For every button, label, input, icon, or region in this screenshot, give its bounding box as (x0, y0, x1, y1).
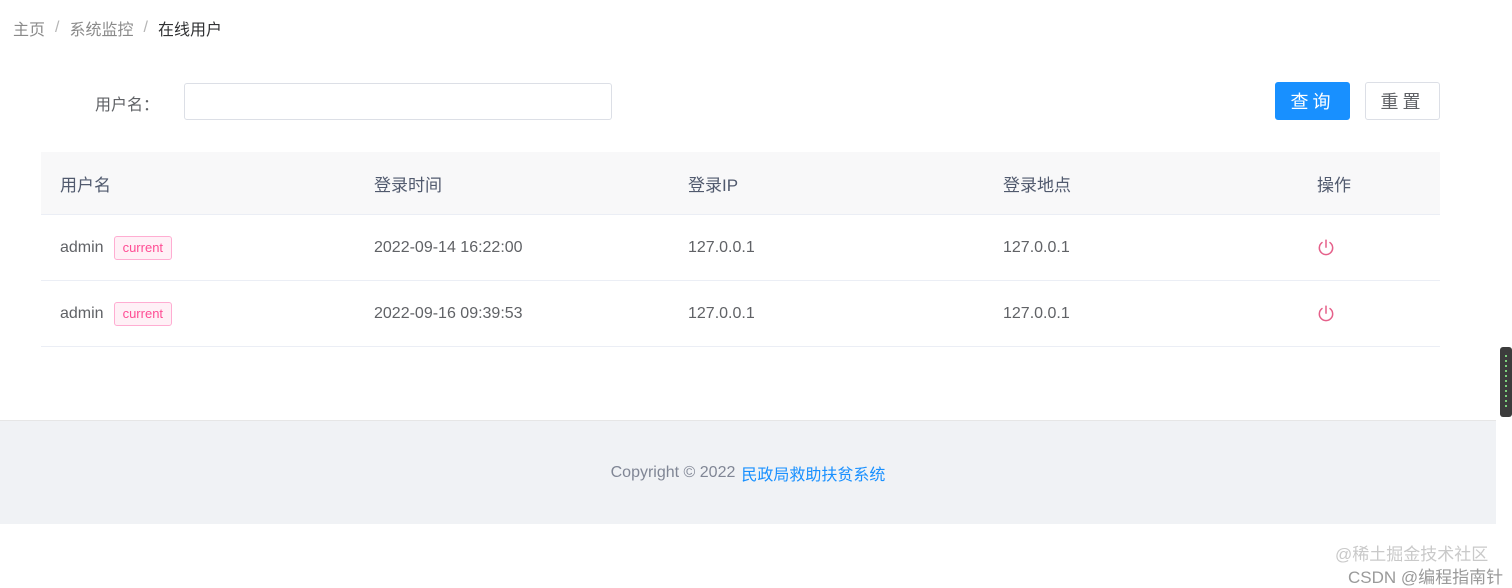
column-header-username: 用户名 (60, 175, 111, 195)
breadcrumb-current: 在线用户 (157, 22, 222, 39)
login-ip-cell: 127.0.0.1 (688, 238, 755, 256)
force-logout-action[interactable] (1316, 215, 1336, 280)
login-ip-cell: 127.0.0.1 (688, 304, 755, 322)
power-icon[interactable] (1316, 304, 1336, 324)
username-search-input[interactable] (184, 83, 612, 120)
table-row: admin current 2022-09-16 09:39:53 127.0.… (41, 281, 1440, 347)
username-text: admin (60, 238, 104, 256)
breadcrumb: 主页 / 系统监控 / 在线用户 (13, 16, 222, 40)
table-header: 用户名 登录时间 登录IP 登录地点 操作 (41, 152, 1440, 215)
breadcrumb-home[interactable]: 主页 (13, 16, 45, 40)
username-cell: admin current (60, 215, 173, 280)
username-label: 用户名： (95, 97, 160, 114)
main-page: 主页 / 系统监控 / 在线用户 用户名： 查询 重置 用户名 登录时间 登录I… (0, 0, 1496, 420)
reset-button[interactable]: 重置 (1365, 82, 1440, 120)
username-text: admin (60, 304, 104, 322)
login-time-cell: 2022-09-14 16:22:00 (374, 238, 523, 256)
footer-system-link[interactable]: 民政局救助扶贫系统 (741, 461, 885, 485)
query-button[interactable]: 查询 (1275, 82, 1350, 120)
force-logout-action[interactable] (1316, 281, 1336, 346)
column-header-login-ip: 登录IP (688, 175, 739, 195)
power-icon[interactable] (1316, 238, 1336, 258)
online-users-table: 用户名 登录时间 登录IP 登录地点 操作 admin current 2022… (41, 152, 1440, 347)
footer: Copyright © 2022 民政局救助扶贫系统 (0, 420, 1496, 524)
footer-copyright: Copyright © 2022 (610, 463, 736, 481)
column-header-login-time: 登录时间 (374, 175, 442, 195)
username-cell: admin current (60, 281, 173, 346)
breadcrumb-separator: / (55, 19, 60, 36)
login-location-cell: 127.0.0.1 (1003, 238, 1070, 256)
login-location-cell: 127.0.0.1 (1003, 304, 1070, 322)
table-row: admin current 2022-09-14 16:22:00 127.0.… (41, 215, 1440, 281)
watermark-juejin: @稀土掘金技术社区 (1335, 545, 1489, 564)
current-tag: current (113, 235, 173, 260)
login-time-cell: 2022-09-16 09:39:53 (374, 304, 523, 322)
column-header-actions: 操作 (1317, 175, 1351, 195)
current-tag: current (113, 301, 173, 326)
column-header-login-location: 登录地点 (1003, 175, 1071, 195)
scrollbar-thumb[interactable] (1500, 347, 1512, 417)
watermark-csdn: CSDN @编程指南针 (1348, 568, 1504, 587)
breadcrumb-system-monitor[interactable]: 系统监控 (69, 16, 133, 40)
breadcrumb-separator: / (143, 19, 148, 36)
